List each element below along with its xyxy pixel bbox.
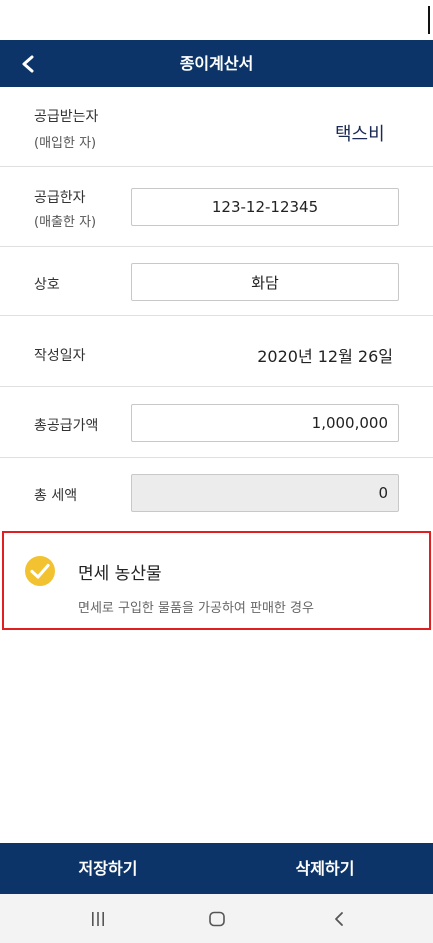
home-icon bbox=[209, 911, 225, 927]
save-button[interactable]: 저장하기 bbox=[0, 843, 216, 894]
date-label: 작성일자 bbox=[34, 348, 86, 364]
back-button[interactable] bbox=[12, 48, 44, 80]
nav-back-button[interactable] bbox=[319, 904, 359, 934]
recents-icon bbox=[92, 912, 104, 926]
company-label: 상호 bbox=[34, 277, 60, 293]
date-value[interactable]: 2020년 12월 26일 bbox=[257, 343, 393, 367]
check-circle-icon[interactable] bbox=[24, 555, 56, 587]
system-nav-bar bbox=[0, 894, 433, 943]
delete-button[interactable]: 삭제하기 bbox=[217, 843, 433, 894]
supply-label: 총공급가액 bbox=[34, 418, 99, 434]
buyer-label: 공급받는자 bbox=[34, 109, 99, 125]
action-bar: 저장하기 삭제하기 bbox=[0, 843, 433, 894]
tax-label: 총 세액 bbox=[34, 488, 78, 504]
buyer-sublabel: (매입한 자) bbox=[34, 136, 97, 151]
app-header: 종이계산서 bbox=[0, 40, 433, 87]
home-button[interactable] bbox=[197, 904, 237, 934]
seller-label: 공급한자 bbox=[34, 190, 86, 206]
seller-business-number-input[interactable] bbox=[131, 188, 399, 226]
tax-amount-input bbox=[131, 474, 399, 512]
page-title: 종이계산서 bbox=[179, 54, 254, 73]
supply-row: 총공급가액 bbox=[0, 387, 433, 458]
status-bar bbox=[0, 0, 433, 40]
exempt-option[interactable]: 면세 농산물 면세로 구입한 물품을 가공하여 판매한 경우 bbox=[2, 531, 431, 630]
company-row: 상호 bbox=[0, 247, 433, 316]
nav-back-icon bbox=[335, 912, 343, 926]
date-row: 작성일자 2020년 12월 26일 bbox=[0, 316, 433, 387]
company-name-input[interactable] bbox=[131, 263, 399, 301]
recents-button[interactable] bbox=[78, 904, 118, 934]
buyer-row: 공급받는자 (매입한 자) 택스비 bbox=[0, 88, 433, 167]
tax-row: 총 세액 bbox=[0, 458, 433, 530]
seller-row: 공급한자 (매출한 자) bbox=[0, 167, 433, 247]
exempt-description: 면세로 구입한 물품을 가공하여 판매한 경우 bbox=[78, 601, 314, 616]
supply-amount-input[interactable] bbox=[131, 404, 399, 442]
seller-sublabel: (매출한 자) bbox=[34, 215, 97, 230]
buyer-value: 택스비 bbox=[335, 124, 385, 145]
chevron-left-icon bbox=[22, 55, 34, 73]
status-indicator bbox=[428, 6, 430, 34]
exempt-title: 면세 농산물 bbox=[78, 564, 162, 584]
